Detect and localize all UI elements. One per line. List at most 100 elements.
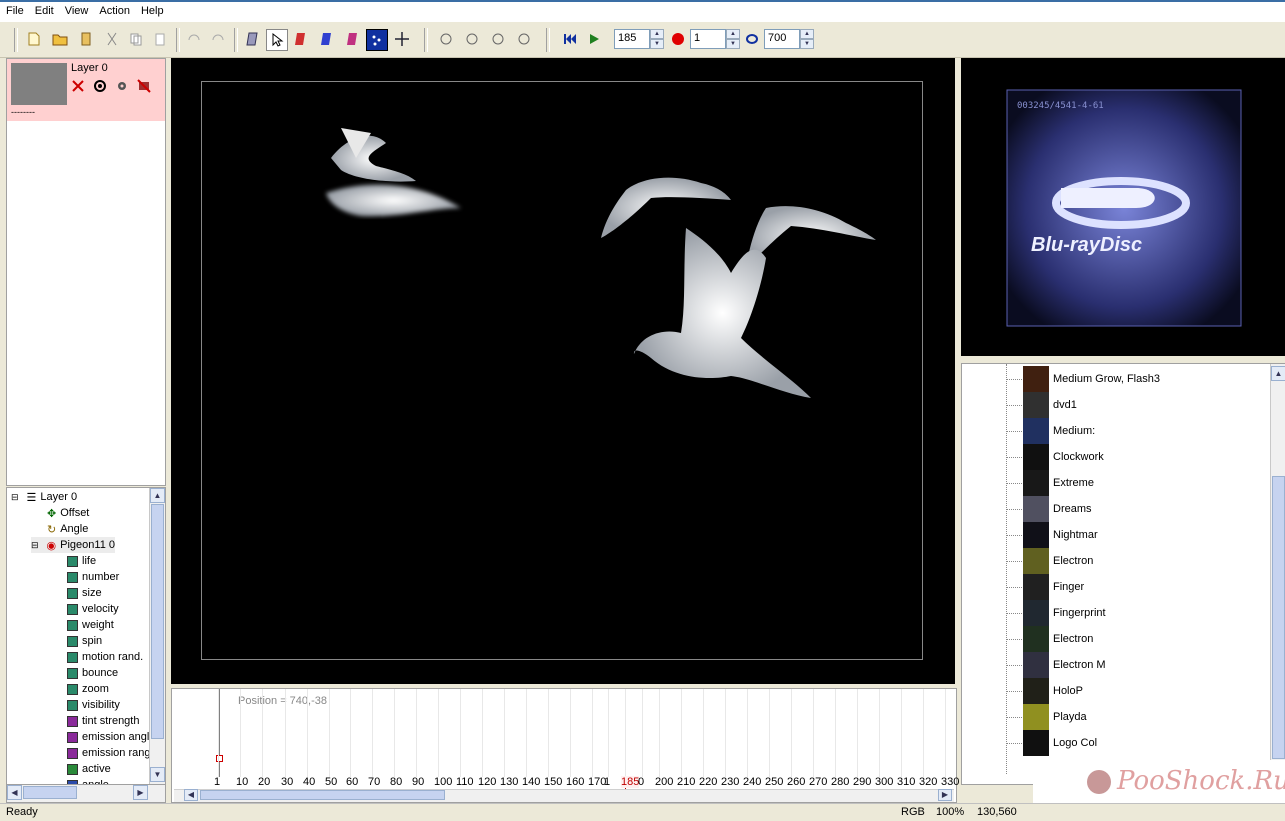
menu-edit[interactable]: Edit — [29, 2, 59, 17]
particles-icon[interactable] — [366, 29, 388, 51]
stepper-down-icon[interactable]: ▼ — [800, 39, 814, 49]
tree-param-row[interactable]: number — [67, 569, 119, 585]
collapse-icon[interactable]: ⊟ — [31, 540, 39, 551]
tree-param-row[interactable]: size — [67, 585, 102, 601]
red-layer-icon[interactable] — [290, 29, 310, 49]
effect-list-item[interactable]: Nightmar — [1053, 522, 1285, 548]
current-frame-stepper[interactable]: ▲ ▼ — [650, 29, 664, 49]
tree-scrollbar[interactable]: ▲ ▼ — [149, 488, 165, 785]
effect-list-item[interactable]: Electron — [1053, 548, 1285, 574]
stepper-up-icon[interactable]: ▲ — [800, 29, 814, 39]
undo-icon[interactable] — [184, 29, 204, 49]
rotate-down-icon[interactable] — [488, 29, 508, 49]
effect-list-item[interactable]: dvd1 — [1053, 392, 1285, 418]
effect-list-item[interactable]: Electron M — [1053, 652, 1285, 678]
tree-param-row[interactable]: tint strength — [67, 713, 139, 729]
target-icon[interactable] — [93, 79, 107, 96]
new-file-icon[interactable] — [24, 29, 44, 49]
scroll-right-icon[interactable]: ▶ — [938, 789, 952, 801]
editor-canvas[interactable] — [171, 58, 955, 684]
stepper-down-icon[interactable]: ▼ — [650, 39, 664, 49]
tree-param-row[interactable]: active — [67, 761, 111, 777]
tree-param-row[interactable]: motion rand. — [67, 649, 143, 665]
tree-param-row[interactable]: zoom — [67, 681, 109, 697]
effect-list-item[interactable]: Extreme — [1053, 470, 1285, 496]
tree-hscrollbar[interactable]: ◀ ▶ — [6, 784, 166, 803]
loop-icon[interactable] — [742, 29, 762, 49]
scroll-thumb[interactable] — [151, 504, 164, 739]
parameter-tree: ⊟ ☰ Layer 0 ✥ Offset ↻ Angle ⊟ ◉ Pigeon11 0 li… — [6, 487, 166, 786]
stepper-down-icon[interactable]: ▼ — [726, 39, 740, 49]
effect-list-item[interactable]: Dreams — [1053, 496, 1285, 522]
scroll-thumb[interactable] — [23, 786, 77, 799]
effect-list-item[interactable]: HoloP — [1053, 678, 1285, 704]
timeline[interactable]: Position = 740,-38 ◀ ▶ 1 10 20 30 40 50 60 70 80… — [171, 688, 959, 803]
tree-param-row[interactable]: life — [67, 553, 96, 569]
timeline-hscrollbar[interactable]: ◀ ▶ — [174, 789, 954, 802]
tree-emitter-row[interactable]: ⊟ ◉ Pigeon11 0 — [31, 537, 116, 553]
effect-list-item[interactable]: Electron — [1053, 626, 1285, 652]
layer-tool-icon[interactable] — [242, 29, 262, 49]
tree-angle-row[interactable]: ↻ Angle — [47, 521, 88, 537]
layer-row[interactable]: Layer 0 -------- — [7, 59, 165, 121]
scroll-up-icon[interactable]: ▲ — [1271, 366, 1285, 381]
stepper-up-icon[interactable]: ▲ — [650, 29, 664, 39]
effect-list-item[interactable]: Medium Grow, Flash3 — [1053, 366, 1285, 392]
menu-file[interactable]: File — [0, 2, 29, 17]
timeline-gridline — [438, 689, 439, 777]
scroll-left-icon[interactable]: ◀ — [7, 785, 22, 800]
rewind-icon[interactable] — [560, 29, 580, 49]
effect-list-item[interactable]: Fingerprint — [1053, 600, 1285, 626]
pointer-tool-icon[interactable] — [266, 29, 288, 51]
end-frame-input[interactable]: 700 — [764, 29, 800, 49]
scroll-left-icon[interactable]: ◀ — [184, 789, 198, 801]
hide-layer-icon[interactable] — [137, 79, 151, 96]
record-icon[interactable] — [668, 29, 688, 49]
frame-step-input[interactable]: 1 — [690, 29, 726, 49]
scroll-up-icon[interactable]: ▲ — [150, 488, 165, 503]
tree-root-row[interactable]: ⊟ ☰ Layer 0 — [11, 489, 77, 505]
scroll-thumb[interactable] — [1272, 476, 1285, 759]
rotate-right-icon[interactable] — [514, 29, 534, 49]
effect-list-item[interactable]: Clockwork — [1053, 444, 1285, 470]
end-frame-stepper[interactable]: ▲ ▼ — [800, 29, 814, 49]
magenta-layer-icon[interactable] — [342, 29, 362, 49]
effect-list-item[interactable]: Logo Col — [1053, 730, 1285, 756]
effect-list-item[interactable]: Finger — [1053, 574, 1285, 600]
effect-list-item[interactable]: Playda — [1053, 704, 1285, 730]
tree-param-row[interactable]: spin — [67, 633, 102, 649]
scroll-down-icon[interactable]: ▼ — [150, 767, 165, 782]
tree-param-row[interactable]: weight — [67, 617, 114, 633]
play-icon[interactable] — [584, 29, 604, 49]
scroll-thumb[interactable] — [200, 790, 445, 800]
gear-icon[interactable] — [115, 79, 129, 96]
blue-layer-icon[interactable] — [316, 29, 336, 49]
tree-param-row[interactable]: bounce — [67, 665, 118, 681]
menu-view[interactable]: View — [59, 2, 94, 17]
cut-icon[interactable] — [102, 29, 122, 49]
tree-offset-row[interactable]: ✥ Offset — [47, 505, 89, 521]
rotate-up-icon[interactable] — [462, 29, 482, 49]
current-frame-input[interactable]: 185 — [614, 29, 650, 49]
redo-icon[interactable] — [208, 29, 228, 49]
menu-action[interactable]: Action — [93, 2, 135, 17]
frame-step-stepper[interactable]: ▲ ▼ — [726, 29, 740, 49]
copy-icon[interactable] — [126, 29, 146, 49]
menu-help[interactable]: Help — [135, 2, 169, 17]
toolbar: 185 ▲ ▼ 1 ▲ ▼ 700 ▲ ▼ — [0, 23, 1285, 58]
save-icon[interactable] — [76, 29, 96, 49]
tree-param-row[interactable]: visibility — [67, 697, 120, 713]
paste-icon[interactable] — [150, 29, 170, 49]
list-scrollbar[interactable]: ▲ — [1270, 364, 1285, 784]
stepper-up-icon[interactable]: ▲ — [726, 29, 740, 39]
tree-param-row[interactable]: velocity — [67, 601, 119, 617]
scroll-right-icon[interactable]: ▶ — [133, 785, 148, 800]
tree-param-row[interactable]: emission angl — [67, 729, 149, 745]
open-folder-icon[interactable] — [50, 29, 70, 49]
delete-layer-icon[interactable] — [71, 79, 85, 96]
effect-list-item[interactable]: Medium: — [1053, 418, 1285, 444]
collapse-icon[interactable]: ⊟ — [11, 492, 19, 503]
move-tool-icon[interactable] — [392, 29, 412, 49]
rotate-left-icon[interactable] — [436, 29, 456, 49]
tree-param-row[interactable]: emission rang — [67, 745, 150, 761]
